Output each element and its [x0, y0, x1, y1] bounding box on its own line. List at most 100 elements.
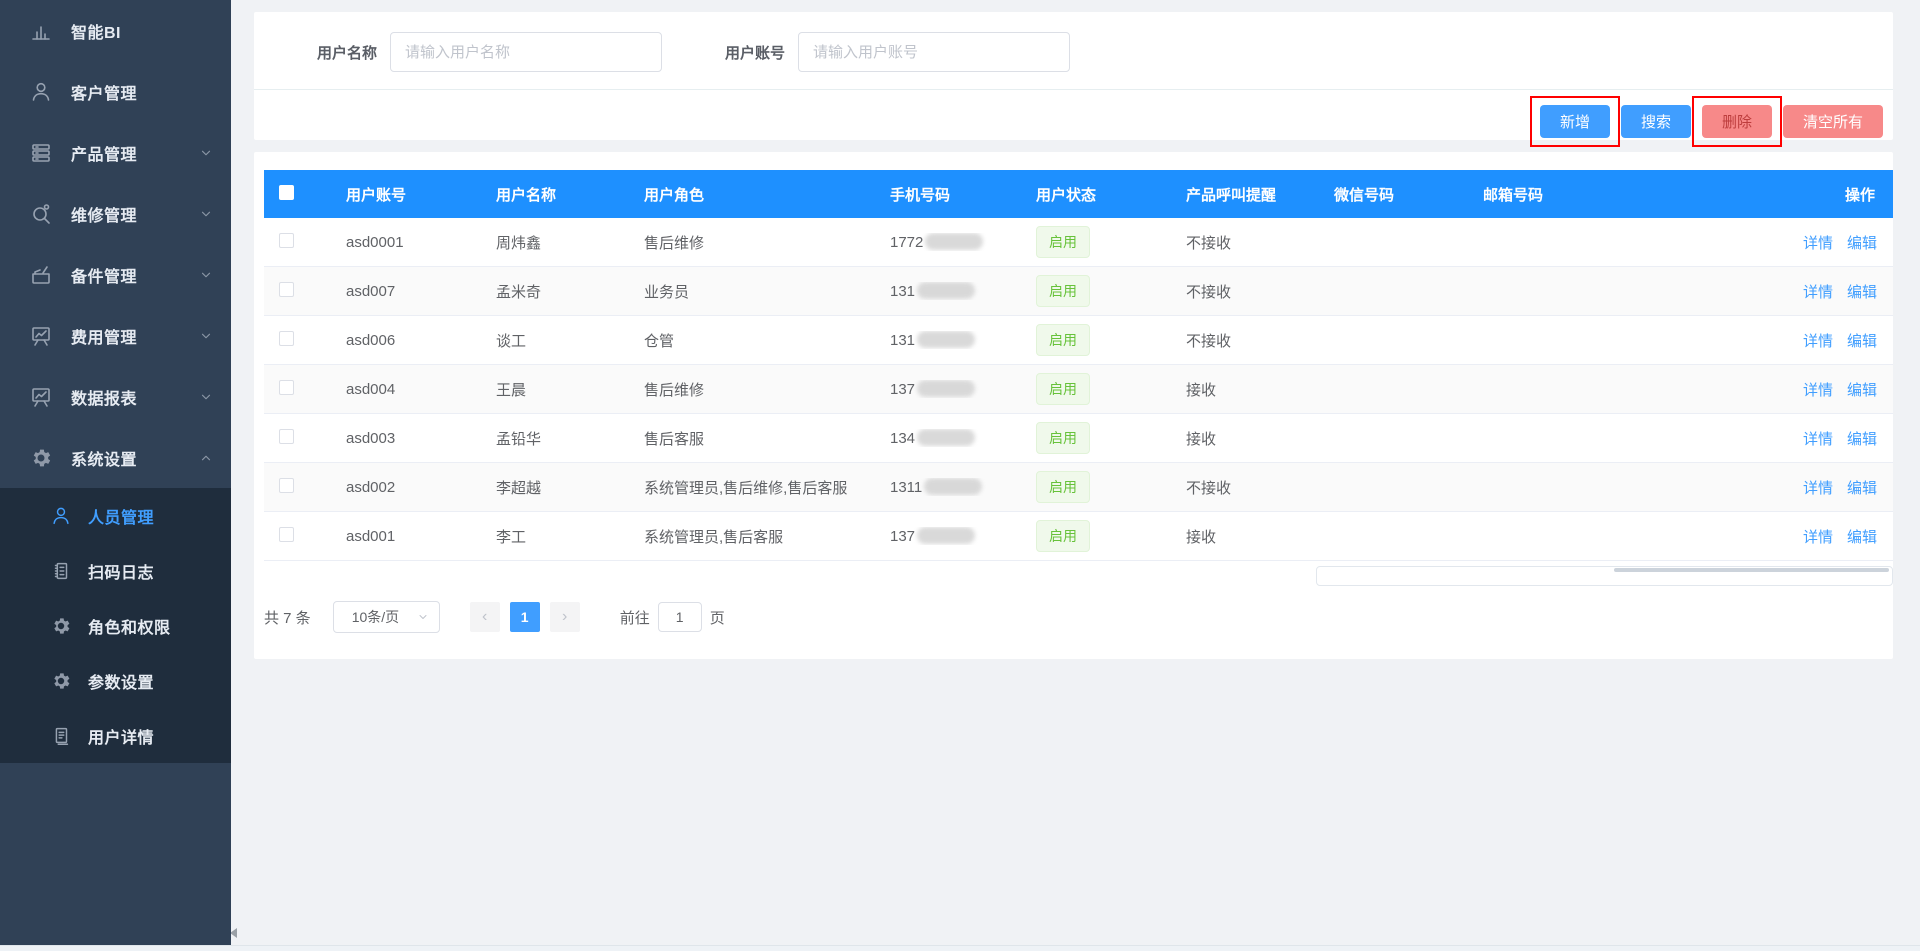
table-panel: 用户账号 用户名称 用户角色 手机号码 用户状态 产品呼叫提醒 微信号码 邮箱号…: [254, 152, 1893, 659]
cell-name: 王晨: [484, 379, 632, 400]
edit-link[interactable]: 编辑: [1847, 529, 1877, 546]
expense-icon: [28, 323, 54, 349]
cell-role: 售后维修: [632, 232, 878, 253]
redacted-phone: [917, 282, 975, 299]
sidebar-item-user-details[interactable]: 用户详情: [0, 708, 231, 763]
detail-link[interactable]: 详情: [1803, 382, 1833, 399]
edit-link[interactable]: 编辑: [1847, 235, 1877, 252]
cell-notify: 接收: [1174, 526, 1322, 547]
redacted-phone: [924, 478, 982, 495]
goto-label: 前往: [620, 607, 650, 628]
sidebar-item-label: 费用管理: [71, 324, 137, 348]
search-button[interactable]: 搜索: [1621, 105, 1691, 138]
annotation-box-add: 新增: [1530, 96, 1620, 147]
edit-link[interactable]: 编辑: [1847, 480, 1877, 497]
cell-account: asd002: [334, 479, 484, 496]
cell-notify: 不接收: [1174, 477, 1322, 498]
column-header-notify: 产品呼叫提醒: [1174, 184, 1322, 205]
redacted-phone: [917, 331, 975, 348]
row-checkbox[interactable]: [279, 380, 294, 395]
product-icon: [28, 140, 54, 166]
cell-account: asd004: [334, 381, 484, 398]
row-checkbox[interactable]: [279, 478, 294, 493]
parts-icon: [28, 262, 54, 288]
sidebar-item-products[interactable]: 产品管理: [0, 122, 231, 183]
goto-page-input[interactable]: [658, 602, 702, 632]
sidebar-item-label: 人员管理: [88, 504, 154, 528]
cell-phone: 131: [878, 331, 1024, 349]
detail-link[interactable]: 详情: [1803, 431, 1833, 448]
sidebar-item-label: 维修管理: [71, 202, 137, 226]
column-header-name: 用户名称: [484, 184, 632, 205]
detail-link[interactable]: 详情: [1803, 529, 1833, 546]
hscroll-track[interactable]: [1316, 566, 1893, 586]
row-checkbox[interactable]: [279, 331, 294, 346]
table-row: asd007 孟米奇 业务员 131 启用 不接收 详情编辑: [264, 267, 1893, 316]
row-checkbox[interactable]: [279, 429, 294, 444]
cell-name: 孟米奇: [484, 281, 632, 302]
cell-role: 系统管理员,售后维修,售后客服: [632, 477, 878, 498]
status-badge: 启用: [1036, 520, 1090, 552]
column-header-role: 用户角色: [632, 184, 878, 205]
table-row: asd003 孟铅华 售后客服 134 启用 接收 详情编辑: [264, 414, 1893, 463]
user-account-input[interactable]: [798, 32, 1070, 72]
detail-link[interactable]: 详情: [1803, 284, 1833, 301]
add-button[interactable]: 新增: [1540, 105, 1610, 138]
row-checkbox[interactable]: [279, 233, 294, 248]
sidebar-item-repairs[interactable]: 维修管理: [0, 183, 231, 244]
sidebar-item-roles-permissions[interactable]: 角色和权限: [0, 598, 231, 653]
user-name-input[interactable]: [390, 32, 662, 72]
sidebar-item-label: 产品管理: [71, 141, 137, 165]
horizontal-scrollbar[interactable]: [0, 945, 1920, 951]
row-checkbox[interactable]: [279, 282, 294, 297]
redacted-phone: [917, 429, 975, 446]
row-checkbox[interactable]: [279, 527, 294, 542]
sidebar: 智能BI 客户管理 产品管理 维修管理 备件管理 费用管理: [0, 0, 231, 945]
edit-link[interactable]: 编辑: [1847, 284, 1877, 301]
scroll-left-arrow-icon[interactable]: [230, 928, 237, 938]
pagination: 共 7 条 10条/页 ‹ 1 › 前往 页: [264, 601, 1893, 633]
search-panel: 用户名称 用户账号 新增 搜索 删除 清空所有: [254, 12, 1893, 140]
select-all-checkbox[interactable]: [279, 185, 294, 200]
cell-notify: 不接收: [1174, 232, 1322, 253]
edit-link[interactable]: 编辑: [1847, 333, 1877, 350]
report-icon: [28, 384, 54, 410]
column-header-account: 用户账号: [334, 184, 484, 205]
sidebar-item-expenses[interactable]: 费用管理: [0, 305, 231, 366]
sidebar-item-personnel[interactable]: 人员管理: [0, 488, 231, 543]
table-row: asd0001 周炜鑫 售后维修 1772 启用 不接收 详情编辑: [264, 218, 1893, 267]
sidebar-item-label: 智能BI: [71, 19, 121, 43]
sidebar-item-system-settings[interactable]: 系统设置: [0, 427, 231, 488]
sidebar-item-customers[interactable]: 客户管理: [0, 61, 231, 122]
cell-account: asd0001: [334, 234, 484, 251]
cell-role: 系统管理员,售后客服: [632, 526, 878, 547]
user-account-label: 用户账号: [725, 42, 785, 63]
edit-link[interactable]: 编辑: [1847, 382, 1877, 399]
detail-link[interactable]: 详情: [1803, 235, 1833, 252]
cell-account: asd003: [334, 430, 484, 447]
total-count: 共 7 条: [264, 607, 311, 628]
delete-button[interactable]: 删除: [1702, 105, 1772, 138]
gear-icon: [28, 445, 54, 471]
sidebar-item-reports[interactable]: 数据报表: [0, 366, 231, 427]
sidebar-item-scan-log[interactable]: 扫码日志: [0, 543, 231, 598]
page-size-select[interactable]: 10条/页: [333, 601, 440, 633]
clear-all-button[interactable]: 清空所有: [1783, 105, 1883, 138]
sidebar-item-label: 参数设置: [88, 669, 154, 693]
sidebar-item-smart-bi[interactable]: 智能BI: [0, 0, 231, 61]
edit-link[interactable]: 编辑: [1847, 431, 1877, 448]
table-row: asd006 谈工 仓管 131 启用 不接收 详情编辑: [264, 316, 1893, 365]
hscroll-thumb[interactable]: [1614, 568, 1889, 572]
prev-page-button[interactable]: ‹: [470, 602, 500, 632]
bar-chart-icon: [28, 18, 54, 44]
detail-link[interactable]: 详情: [1803, 480, 1833, 497]
sidebar-item-parameters[interactable]: 参数设置: [0, 653, 231, 708]
sidebar-item-label: 用户详情: [88, 724, 154, 748]
sidebar-item-spare-parts[interactable]: 备件管理: [0, 244, 231, 305]
cell-notify: 接收: [1174, 379, 1322, 400]
table-hscroll: [264, 561, 1893, 587]
page-number-button[interactable]: 1: [510, 602, 540, 632]
status-badge: 启用: [1036, 422, 1090, 454]
detail-link[interactable]: 详情: [1803, 333, 1833, 350]
next-page-button[interactable]: ›: [550, 602, 580, 632]
